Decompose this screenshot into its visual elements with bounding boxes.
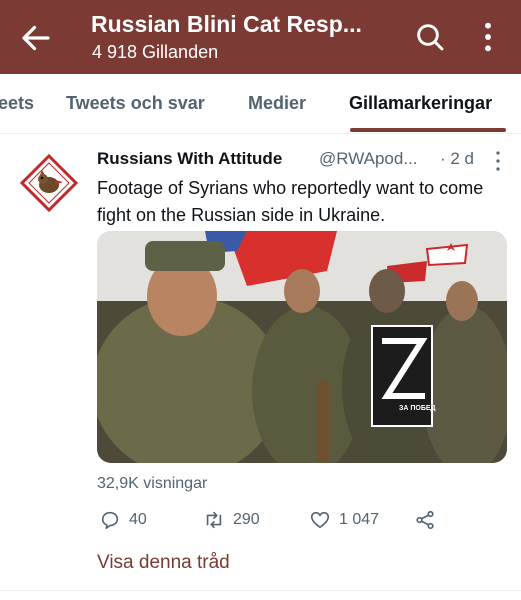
tweet-more-icon[interactable]: [494, 150, 502, 172]
tweet-time[interactable]: · 2 d: [440, 149, 474, 169]
tab-tweets[interactable]: eets: [0, 93, 34, 114]
retweet-button[interactable]: 290: [203, 508, 260, 532]
tweet-media[interactable]: ЗА ПОБЕД: [97, 231, 507, 463]
heart-icon: [310, 511, 330, 529]
active-tab-indicator: [350, 128, 506, 132]
like-count: 1 047: [339, 511, 380, 528]
author-name[interactable]: Russians With Attitude: [97, 149, 282, 169]
header-bar: Russian Blini Cat Resp... 4 918 Gillande…: [0, 0, 521, 74]
retweet-icon: [206, 511, 222, 529]
show-thread-link[interactable]: Visa denna tråd: [97, 552, 230, 574]
divider: [0, 590, 521, 591]
more-vertical-icon[interactable]: [478, 20, 498, 54]
likes-count: 4 918 Gillanden: [92, 42, 219, 62]
like-button[interactable]: 1 047: [309, 508, 379, 532]
retweet-count: 290: [233, 511, 260, 528]
media-caption: ЗА ПОБЕД: [399, 405, 436, 412]
tab-tweets-and-replies[interactable]: Tweets och svar: [66, 93, 205, 114]
share-icon: [416, 510, 434, 530]
profile-title: Russian Blini Cat Resp...: [91, 11, 362, 37]
reply-icon: [101, 511, 119, 530]
avatar[interactable]: [18, 152, 80, 214]
profile-tabs: eets Tweets och svar Medier Gillamarkeri…: [0, 74, 521, 134]
tweet-text: Footage of Syrians who reportedly want t…: [97, 178, 484, 225]
reply-count: 40: [129, 511, 147, 528]
back-arrow-icon[interactable]: [18, 20, 54, 56]
view-count: 32,9K visningar: [97, 475, 208, 492]
share-button[interactable]: [414, 508, 444, 532]
reply-button[interactable]: 40: [99, 508, 147, 532]
tab-media[interactable]: Medier: [248, 93, 306, 114]
author-handle[interactable]: @RWApod...: [319, 149, 418, 169]
tab-likes[interactable]: Gillamarkeringar: [349, 93, 492, 114]
search-icon[interactable]: [414, 21, 446, 53]
media-photo: [97, 231, 507, 463]
